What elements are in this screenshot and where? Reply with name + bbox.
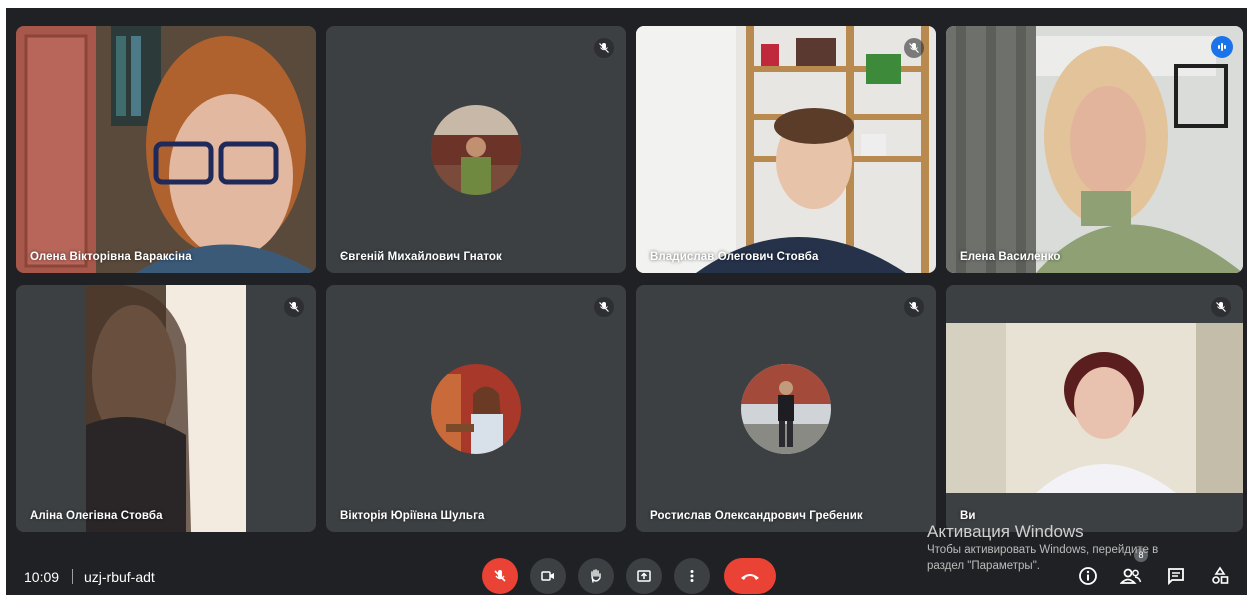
participant-video [16,26,316,273]
camera-icon [541,571,554,581]
watermark-line: раздел "Параметры". [927,560,1040,572]
participant-tile[interactable]: Ростислав Олександрович Гребеник [636,285,936,532]
more-options-button[interactable] [674,558,710,594]
present-screen-button[interactable] [626,558,662,594]
mic-off-icon [284,297,304,317]
meeting-code: uzj-rbuf-adt [84,569,155,585]
mic-off-icon [494,570,506,582]
mic-off-icon [594,38,614,58]
divider [72,569,73,584]
chat-button[interactable] [1164,564,1188,588]
participant-tile[interactable]: Владислав Олегович Стовба [636,26,936,273]
avatar [741,363,831,454]
more-icon [690,570,694,582]
participant-tile[interactable]: Вікторія Юріївна Шульга [326,285,626,532]
watermark-line: Чтобы активировать Windows, перейдите в [927,544,1159,556]
mic-off-icon [594,297,614,317]
avatar [431,104,521,195]
self-tile[interactable]: Ви [946,285,1243,532]
participant-video [16,285,316,532]
participant-name: Елена Василенко [960,251,1061,263]
meeting-time: 10:09 [24,569,60,585]
watermark-title: Активация Windows [927,522,1084,541]
mic-off-icon [1211,297,1231,317]
participant-name: Аліна Олегівна Стовба [30,510,163,522]
participant-name: Ви [960,510,976,522]
end-call-icon [741,574,759,580]
self-video [946,285,1243,532]
windows-activation-watermark: Активация Windows Чтобы активировать Win… [927,522,1158,574]
participant-tile[interactable]: Євгеній Михайлович Гнаток [326,26,626,273]
participant-name: Євгеній Михайлович Гнаток [340,251,502,263]
participant-name: Ростислав Олександрович Гребеник [650,510,863,522]
participant-tile[interactable]: Олена Вікторівна Вараксіна [16,26,316,273]
participant-video [636,26,936,273]
mic-off-icon [904,297,924,317]
chat-icon [1168,568,1184,586]
meet-app: Олена Вікторівна Вараксіна Євгеній Михай… [6,8,1247,595]
participant-tile[interactable]: Елена Василенко [946,26,1243,273]
raise-hand-button[interactable] [578,558,614,594]
toggle-mic-button[interactable] [482,558,518,594]
toggle-camera-button[interactable] [530,558,566,594]
end-call-button[interactable] [724,558,776,594]
speaking-indicator-icon [1211,36,1233,58]
activities-icon [1212,566,1229,584]
mic-off-icon [904,38,924,58]
avatar [431,363,521,454]
present-icon [637,570,651,582]
participant-name: Олена Вікторівна Вараксіна [30,251,192,263]
participant-tile[interactable]: Аліна Олегівна Стовба [16,285,316,532]
participant-name: Владислав Олегович Стовба [650,251,819,263]
activities-button[interactable] [1208,564,1232,588]
participant-name: Вікторія Юріївна Шульга [340,510,485,522]
participant-video [946,26,1243,273]
participant-grid: Олена Вікторівна Вараксіна Євгеній Михай… [16,26,1245,536]
raise-hand-icon [591,569,601,583]
